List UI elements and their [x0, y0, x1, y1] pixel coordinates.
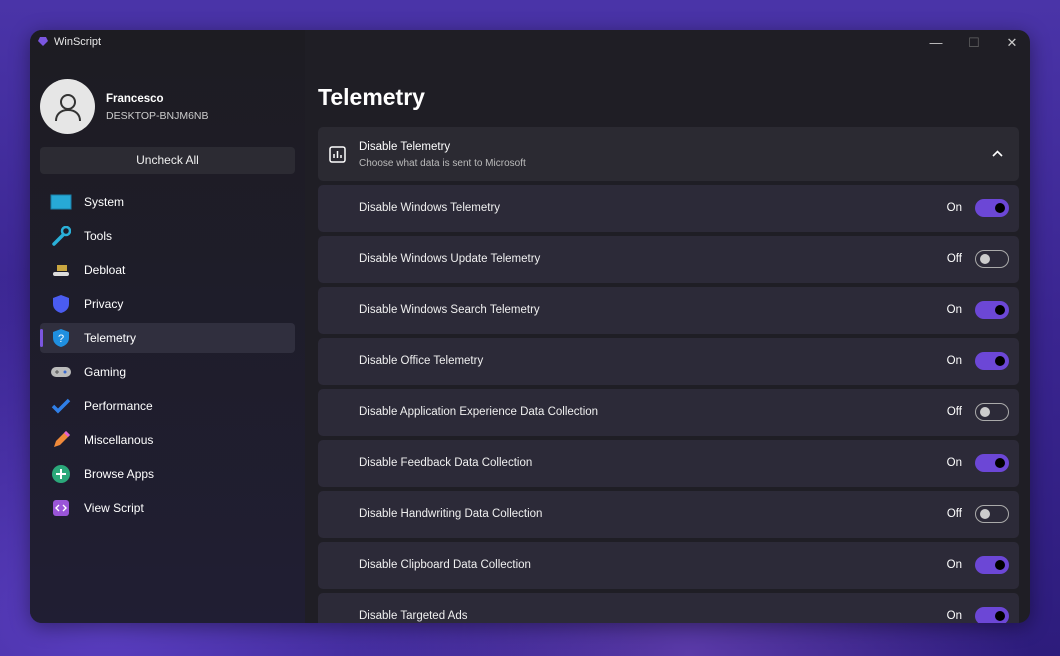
section-header-disable-telemetry[interactable]: Disable Telemetry Choose what data is se… — [318, 127, 1019, 181]
section-subtitle: Choose what data is sent to Microsoft — [359, 158, 526, 169]
toggle-state-label: On — [946, 457, 962, 469]
sidebar-item-system[interactable]: System — [40, 187, 295, 217]
wrench-icon — [50, 226, 72, 246]
shield-icon — [50, 294, 72, 314]
sidebar-item-label: View Script — [84, 501, 144, 515]
winscript-logo-icon — [38, 37, 48, 46]
toggle-state-label: On — [946, 202, 962, 214]
option-label: Disable Windows Update Telemetry — [359, 253, 541, 265]
sidebar-item-browse-apps[interactable]: Browse Apps — [40, 459, 295, 489]
sidebar-item-tools[interactable]: Tools — [40, 221, 295, 251]
user-icon — [54, 93, 81, 121]
option-label: Disable Windows Telemetry — [359, 202, 501, 214]
toggle-switch[interactable] — [975, 403, 1009, 421]
toggle-switch[interactable] — [975, 301, 1009, 319]
sidebar-item-label: Telemetry — [84, 331, 137, 345]
sidebar-nav: System Tools Debloat Privacy? Telemetry Gamin… — [40, 187, 295, 527]
sidebar-item-gaming[interactable]: Gaming — [40, 357, 295, 387]
sidebar-item-miscellanous[interactable]: Miscellanous — [40, 425, 295, 455]
option-label: Disable Office Telemetry — [359, 355, 484, 367]
option-label: Disable Targeted Ads — [359, 610, 468, 622]
broom-icon — [50, 260, 72, 280]
gamepad-icon — [50, 362, 72, 382]
toggle-state-label: On — [946, 610, 962, 622]
checkmark-icon — [50, 396, 72, 416]
sidebar-item-label: Browse Apps — [84, 467, 155, 481]
toggle-switch[interactable] — [975, 250, 1009, 268]
option-row: Disable Application Experience Data Coll… — [318, 389, 1019, 436]
minimize-button[interactable]: — — [918, 32, 954, 54]
app-window: Francesco DESKTOP-BNJM6NB Uncheck All Sy… — [30, 30, 1030, 623]
option-row: Disable Clipboard Data Collection On — [318, 542, 1019, 589]
sidebar-item-label: Performance — [84, 399, 153, 413]
svg-text:?: ? — [58, 333, 64, 345]
sidebar-item-debloat[interactable]: Debloat — [40, 255, 295, 285]
computer-name: DESKTOP-BNJM6NB — [106, 110, 209, 122]
toggle-switch[interactable] — [975, 454, 1009, 472]
toggle-switch[interactable] — [975, 199, 1009, 217]
uncheck-all-button[interactable]: Uncheck All — [40, 147, 295, 174]
toggle-state-label: On — [946, 559, 962, 571]
plus-circle-icon — [50, 464, 72, 484]
main-content: Telemetry Disable Telemetry Choose what … — [318, 30, 1020, 623]
monitor-icon — [50, 192, 72, 212]
sidebar-item-telemetry[interactable]: ? Telemetry — [40, 323, 295, 353]
avatar — [40, 79, 95, 134]
sidebar-item-performance[interactable]: Performance — [40, 391, 295, 421]
code-icon — [50, 498, 72, 518]
toggle-switch[interactable] — [975, 505, 1009, 523]
page-title: Telemetry — [318, 84, 425, 110]
toggle-state-label: Off — [946, 508, 962, 520]
sidebar-item-view-script[interactable]: View Script — [40, 493, 295, 523]
option-row: Disable Targeted Ads On — [318, 593, 1019, 623]
toggle-state-label: On — [946, 304, 962, 316]
option-row: Disable Feedback Data Collection On — [318, 440, 1019, 487]
user-name: Francesco — [106, 93, 164, 105]
toggle-state-label: Off — [946, 406, 962, 418]
sidebar-item-label: Gaming — [84, 365, 127, 379]
shield-question-icon: ? — [50, 328, 72, 348]
app-title: WinScript — [54, 36, 102, 48]
close-button[interactable]: ✕ — [994, 32, 1030, 54]
option-label: Disable Feedback Data Collection — [359, 457, 533, 469]
sidebar-item-label: Debloat — [84, 263, 126, 277]
toggle-state-label: Off — [946, 253, 962, 265]
toggle-switch[interactable] — [975, 352, 1009, 370]
pencil-icon — [50, 430, 72, 450]
option-row: Disable Windows Telemetry On — [318, 185, 1019, 232]
toggle-switch[interactable] — [975, 556, 1009, 574]
option-label: Disable Clipboard Data Collection — [359, 559, 531, 571]
chart-icon — [329, 146, 346, 163]
title-bar: WinScript — ☐ ✕ — [30, 30, 1030, 56]
option-row: Disable Office Telemetry On — [318, 338, 1019, 385]
sidebar: Francesco DESKTOP-BNJM6NB Uncheck All Sy… — [30, 30, 305, 623]
toggle-state-label: On — [946, 355, 962, 367]
option-label: Disable Application Experience Data Coll… — [359, 406, 599, 418]
sidebar-item-label: Tools — [84, 229, 113, 243]
sidebar-item-label: System — [84, 195, 125, 209]
option-row: Disable Windows Search Telemetry On — [318, 287, 1019, 334]
option-label: Disable Handwriting Data Collection — [359, 508, 543, 520]
sidebar-item-label: Privacy — [84, 297, 124, 311]
section-title: Disable Telemetry — [359, 141, 451, 153]
sidebar-item-privacy[interactable]: Privacy — [40, 289, 295, 319]
maximize-button[interactable]: ☐ — [956, 32, 992, 54]
toggle-switch[interactable] — [975, 607, 1009, 623]
option-row: Disable Handwriting Data Collection Off — [318, 491, 1019, 538]
chevron-up-icon[interactable] — [992, 150, 1003, 157]
option-label: Disable Windows Search Telemetry — [359, 304, 540, 316]
option-row: Disable Windows Update Telemetry Off — [318, 236, 1019, 283]
sidebar-item-label: Miscellanous — [84, 433, 154, 447]
